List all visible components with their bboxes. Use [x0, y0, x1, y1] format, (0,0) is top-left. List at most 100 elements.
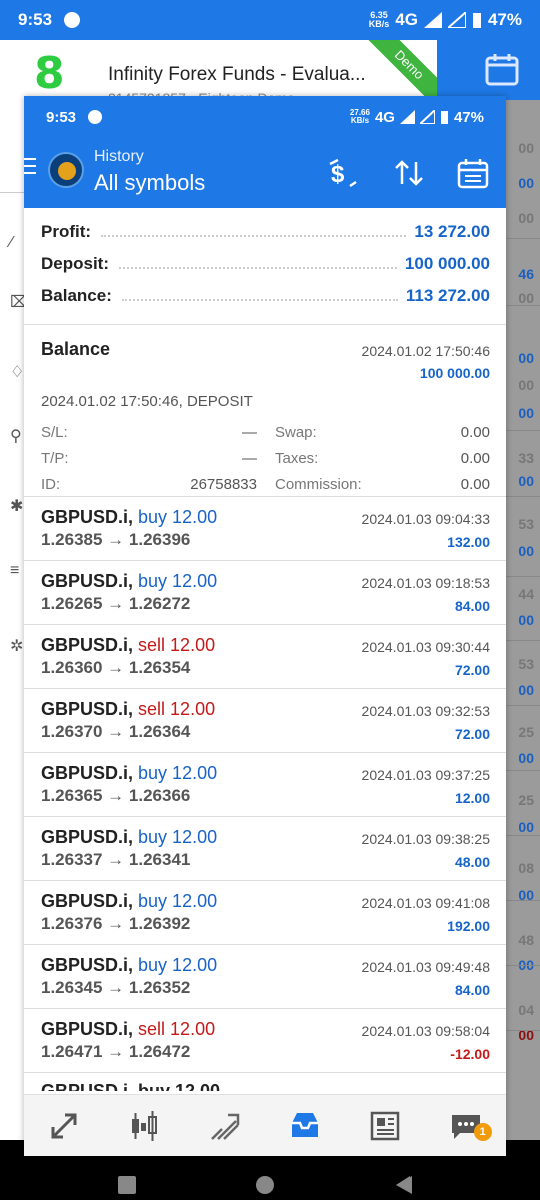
trade-datetime: 2024.01.03 09:49:48: [361, 959, 490, 975]
symbol-filter[interactable]: All symbols: [94, 170, 205, 196]
deposit-title: Balance: [41, 339, 111, 359]
summary-label: Balance:: [41, 286, 112, 305]
quotes-icon: [51, 1113, 77, 1138]
trade-row[interactable]: GBPUSD.i, buy 12.00 1.26376 → 1.26392 2024…: [24, 881, 506, 945]
screen: 9:53 6.35 KB/s 4G 47% 8 Infinity Forex Fu…: [0, 0, 540, 1200]
nav-quotes[interactable]: [24, 1095, 104, 1156]
trade-row[interactable]: GBPUSD.i, buy 12.00 1.26365 → 1.26366 2024…: [24, 753, 506, 817]
detail-row: S/L: — Swap: 0.00: [41, 419, 490, 445]
bg-side-panel: ⁄ ⌧ ♢ ⚲ ✱ ≡ ✲: [0, 100, 29, 1140]
divider: [506, 705, 540, 706]
bg-column-value: 00: [518, 750, 534, 766]
calendar-icon[interactable]: [456, 156, 490, 190]
home-icon[interactable]: [256, 1176, 274, 1194]
trade-side: sell 12.00: [138, 699, 216, 719]
bottom-nav: 1: [24, 1094, 506, 1156]
detail-label: Taxes:: [275, 449, 319, 467]
divider: [506, 238, 540, 239]
bg-column-value: 08: [518, 860, 534, 876]
nav-chart[interactable]: [104, 1095, 184, 1156]
trade-prices: 1.26385 → 1.26396: [41, 530, 191, 549]
trade-row[interactable]: GBPUSD.i, sell 12.00 1.26471 → 1.26472 202…: [24, 1009, 506, 1073]
trade-symbol: GBPUSD.i, sell 12.00: [41, 699, 216, 719]
back-icon[interactable]: [396, 1176, 412, 1194]
currency-filter-icon[interactable]: $: [326, 156, 360, 190]
bg-signal-label: 4G: [395, 10, 418, 29]
trade-symbol: GBPUSD.i, buy 12.00: [41, 763, 218, 783]
toolbar: History All symbols $: [24, 138, 506, 208]
trade-side: buy 12.00: [138, 955, 218, 975]
metatrader-icon: [48, 152, 84, 188]
trade-prices: 1.26365 → 1.26366: [41, 786, 191, 805]
detail-label: Commission:: [275, 475, 362, 493]
trade-prices: 1.26370 → 1.26364: [41, 722, 191, 741]
trade-datetime: 2024.01.03 09:37:25: [361, 767, 490, 783]
trade-datetime: 2024.01.03 09:38:25: [361, 831, 490, 847]
trade-prices: 1.26265 → 1.26272: [41, 594, 191, 613]
divider: [506, 430, 540, 431]
news-icon: [371, 1111, 400, 1140]
bg-column-value: 00: [518, 290, 534, 306]
trade-datetime: 2024.01.03 09:32:53: [361, 703, 490, 719]
status-bar: 9:53 27.66 KB/s 4G 47%: [24, 96, 506, 138]
trade-row[interactable]: GBPUSD.i, buy 12.00 1.26265 → 1.26272 2024…: [24, 561, 506, 625]
bg-column-value: 00: [518, 612, 534, 628]
deposit-entry[interactable]: Balance 2024.01.02 17:50:46 100 000.00 2…: [24, 325, 506, 497]
summary-row-deposit: Deposit: 100 000.00: [41, 254, 490, 286]
battery-icon: [440, 111, 448, 124]
trade-row[interactable]: GBPUSD.i, buy 12.00 1.26337 → 1.26341 2024…: [24, 817, 506, 881]
menu-icon[interactable]: [24, 158, 38, 178]
trade-symbol: GBPUSD.i, buy 12.00: [41, 507, 218, 527]
trade-row[interactable]: GBPUSD.i, sell 12.00 1.26370 → 1.26364 202…: [24, 689, 506, 753]
detail-value: —: [242, 449, 257, 467]
bg-column-value: 00: [518, 682, 534, 698]
bg-account-title: Infinity Forex Funds - Evalua...: [108, 64, 366, 85]
detail-row: ID: 26758833 Commission: 0.00: [41, 471, 490, 497]
summary-row-balance: Balance: 113 272.00: [41, 286, 490, 318]
bg-column-value: 00: [518, 473, 534, 489]
bg-status-time: 9:53: [18, 10, 53, 29]
bg-status-right: 6.35 KB/s 4G 47%: [369, 10, 522, 30]
bg-column-value: 44: [518, 586, 534, 602]
trade-symbol: GBPUSD.i, buy 12.00: [41, 827, 218, 847]
nav-trade[interactable]: [185, 1095, 265, 1156]
trade-row[interactable]: GBPUSD.i, buy 12.00 1.26385 → 1.26396 2024…: [24, 497, 506, 561]
trade-side: buy 12.00: [138, 763, 218, 783]
divider: [506, 305, 540, 306]
trade-side: buy 12.00: [138, 507, 218, 527]
trade-symbol: GBPUSD.i, sell 12.00: [41, 635, 216, 655]
detail-value: 26758833: [190, 475, 257, 493]
net-speed: 27.66 KB/s: [349, 108, 370, 125]
bg-header-actions: [437, 40, 540, 100]
nav-history[interactable]: [265, 1095, 345, 1156]
status-right: 27.66 KB/s 4G 47%: [350, 109, 484, 126]
trade-icon: [210, 1113, 240, 1140]
bg-column-value: 33: [518, 450, 534, 466]
summary-row-profit: Profit: 13 272.00: [41, 222, 490, 254]
trade-datetime: 2024.01.03 09:30:44: [361, 639, 490, 655]
detail-row: T/P: — Taxes: 0.00: [41, 445, 490, 471]
chart-icon: ⌧: [10, 294, 29, 311]
trade-row[interactable]: GBPUSD.i, buy 12.00 1.26345 → 1.26352 2024…: [24, 945, 506, 1009]
deposit-details: S/L: — Swap: 0.00 T/P: — Taxes: 0.00 ID: 267588…: [41, 419, 490, 497]
bg-column-value: 00: [518, 543, 534, 559]
signal-icon: [447, 12, 466, 28]
trade-datetime: 2024.01.03 09:04:33: [361, 511, 490, 527]
trade-symbol: GBPUSD.i, buy 12.00: [41, 891, 218, 911]
detail-label: T/P:: [41, 449, 69, 467]
settings-icon: ✲: [10, 638, 24, 655]
bg-column-value: 00: [518, 140, 534, 156]
detail-label: Swap:: [275, 423, 317, 441]
trade-row[interactable]: GBPUSD.i, sell 12.00 1.26360 → 1.26354 202…: [24, 625, 506, 689]
nav-messages[interactable]: 1: [426, 1095, 506, 1156]
calendar-icon[interactable]: [483, 50, 523, 90]
bg-column-value: 25: [518, 792, 534, 808]
recents-icon[interactable]: [118, 1176, 136, 1194]
sort-icon[interactable]: [392, 156, 426, 190]
trade-datetime: 2024.01.03 09:58:04: [361, 1023, 490, 1039]
trade-profit: 84.00: [454, 982, 490, 998]
detail-value: 0.00: [460, 423, 490, 441]
history-window: 9:53 27.66 KB/s 4G 47% History All symbol…: [24, 96, 506, 1156]
nav-news[interactable]: [345, 1095, 425, 1156]
signal-icon: [419, 110, 435, 124]
